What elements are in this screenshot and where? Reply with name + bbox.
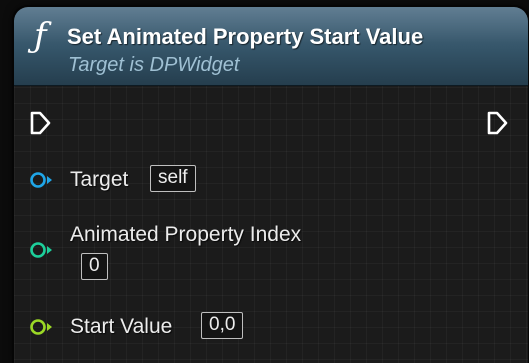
target-pin-icon[interactable] bbox=[29, 170, 55, 190]
target-value[interactable]: self bbox=[150, 165, 196, 192]
blueprint-node[interactable]: ƒ Set Animated Property Start Value Targ… bbox=[14, 7, 528, 363]
exec-in-pin-icon[interactable] bbox=[29, 110, 53, 136]
target-label: Target bbox=[70, 168, 129, 191]
start-value-label: Start Value bbox=[70, 315, 173, 338]
exec-out-pin-icon[interactable] bbox=[486, 110, 510, 136]
node-title: Set Animated Property Start Value bbox=[67, 24, 424, 49]
node-header[interactable]: ƒ Set Animated Property Start Value Targ… bbox=[14, 7, 528, 86]
start-value-value[interactable]: 0,0 bbox=[201, 312, 244, 339]
animated-property-index-value[interactable]: 0 bbox=[81, 253, 108, 280]
animated-property-index-label: Animated Property Index bbox=[70, 223, 302, 246]
node-subtitle: Target is DPWidget bbox=[68, 54, 240, 76]
function-icon: ƒ bbox=[34, 16, 47, 56]
animated-property-index-pin-icon[interactable] bbox=[29, 240, 55, 260]
start-value-pin-icon[interactable] bbox=[29, 317, 55, 337]
